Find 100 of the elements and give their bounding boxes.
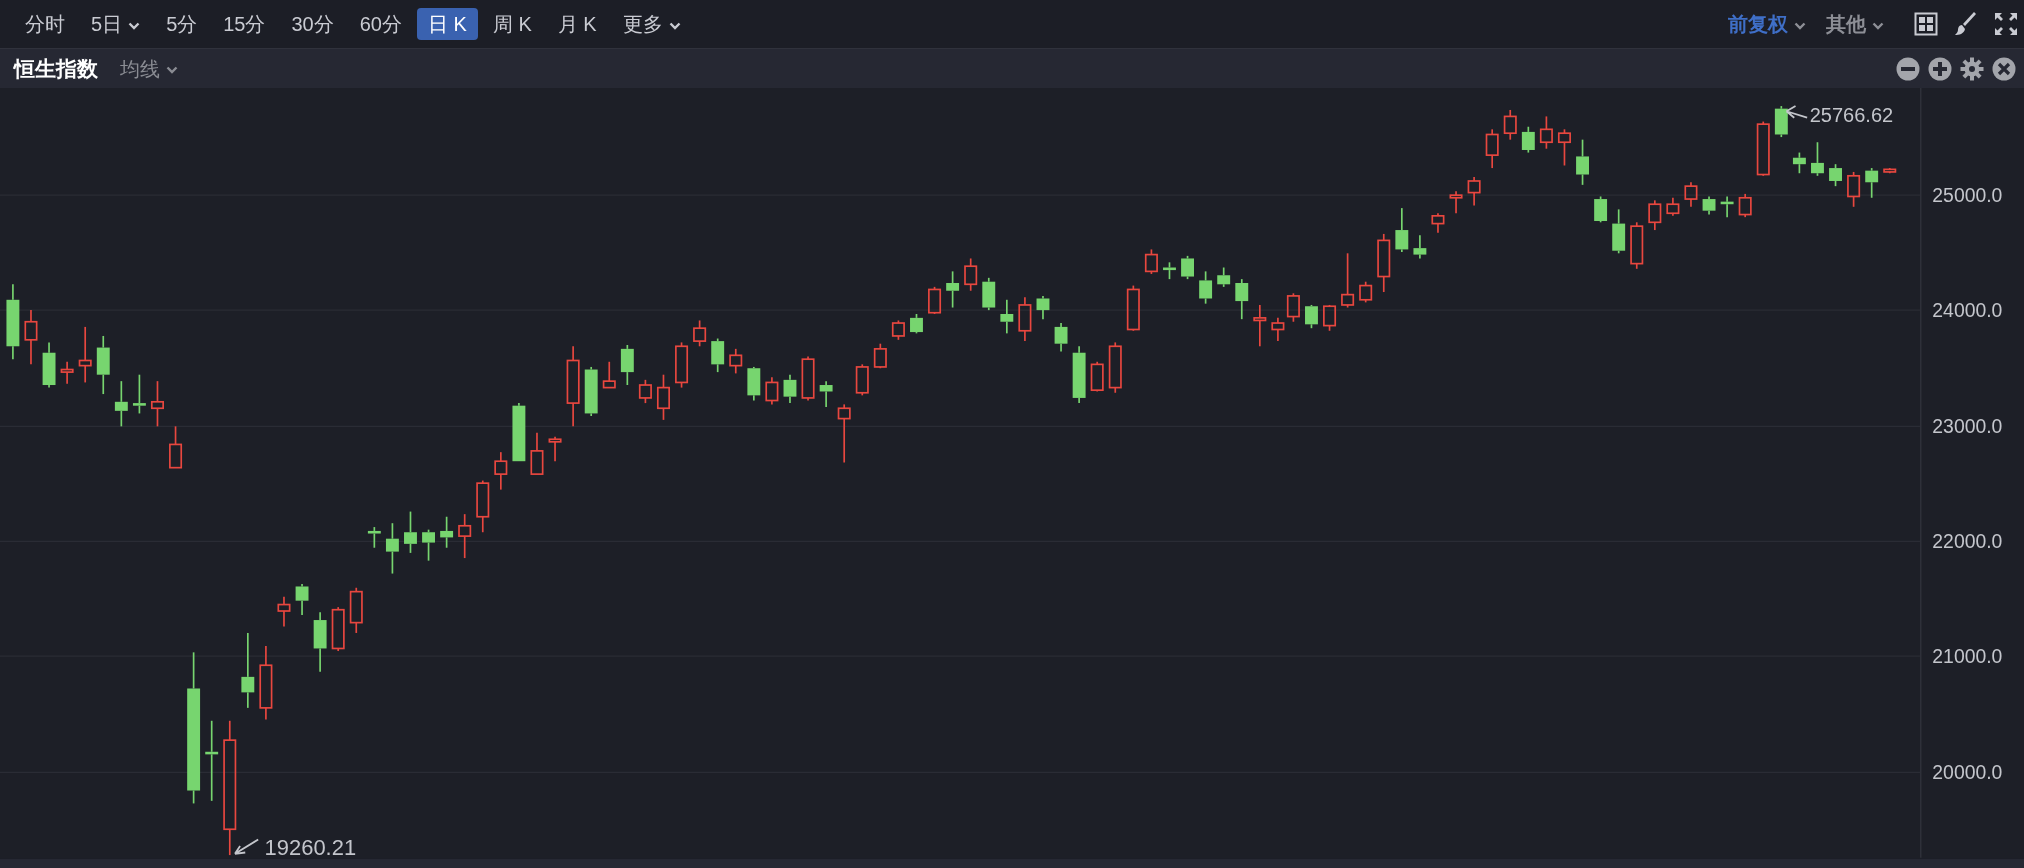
candlestick [638,379,652,404]
candlestick [855,363,869,397]
period-tab[interactable]: 15分 [212,8,277,40]
zoom-out-icon[interactable] [1896,56,1920,81]
candlestick [1305,304,1318,330]
candlestick [656,373,670,421]
candlestick [548,435,562,463]
candlestick [765,376,779,406]
candlestick [42,341,56,389]
candlestick [96,335,110,395]
candlestick [458,513,472,559]
candlestick [1467,176,1481,207]
candlestick [440,515,454,549]
candlestick [584,366,598,417]
candlestick [1485,128,1499,169]
price-axis-label: 25000.0 [1932,183,2003,206]
price-axis-label: 24000.0 [1932,298,2003,321]
candlestick [1054,322,1068,353]
candlestick [620,344,634,386]
candlestick [1431,212,1445,234]
candlestick [1792,151,1806,175]
zoom-in-icon[interactable] [1928,56,1952,81]
candlestick [873,342,887,370]
candlestick [982,277,996,311]
candlestick [1576,138,1589,186]
period-tab[interactable]: 周 K [481,8,543,40]
candlestick [367,526,381,549]
low-price-label: 19260.21 [264,835,357,861]
fullscreen-icon[interactable] [1994,12,2018,36]
chevron-icon [1794,21,1806,30]
candlestick [169,425,183,469]
candlestick [729,348,743,375]
candlestick [1181,255,1194,280]
candlestick [114,380,128,428]
candlestick [1847,171,1861,208]
dropdown-menu-button[interactable]: 其他 [1820,5,1890,43]
candlestick [1000,298,1014,335]
candlestick [1271,317,1285,342]
candlestick [1235,278,1249,320]
candlestick [1036,295,1050,320]
candlestick [1557,128,1571,167]
candlestick [1377,233,1391,293]
candlestick [1126,284,1140,332]
candlestick [1883,167,1897,175]
candlestick [910,313,923,335]
candlestick [1090,360,1104,393]
candlestick [132,373,146,415]
indicator-dropdown[interactable]: 均线 [114,53,184,84]
price-axis-label: 21000.0 [1932,644,2003,667]
leader-arrow [234,838,260,855]
candlestick [1144,248,1158,275]
settings-icon[interactable] [1960,56,1984,81]
brush-icon[interactable] [1954,12,1978,36]
candlestick [1199,270,1213,305]
candlestick [891,319,905,341]
candlestick [1756,120,1770,177]
candlestick [385,522,399,575]
candlestick [946,270,960,309]
candlestick [1449,190,1463,215]
period-tab[interactable]: 5日 [80,8,152,40]
candlestick [1720,195,1734,218]
candlestick [404,510,417,554]
period-tab[interactable]: 60分 [348,8,413,40]
candlestick [1163,261,1176,280]
candlestick [1108,341,1122,394]
candlestick [1018,296,1032,342]
price-axis-label: 20000.0 [1932,760,2003,783]
candlestick [1503,109,1517,141]
candlestick [313,611,327,673]
candlestick [1630,221,1644,270]
candlestick [964,257,978,292]
period-tab[interactable]: 月 K [546,8,608,40]
candlestick [1738,193,1752,218]
candlestick [747,366,761,402]
layout-grid-icon[interactable] [1914,12,1938,36]
candlestick [1539,115,1553,150]
candlestick [837,403,851,464]
candlestick [422,528,435,562]
price-axis-label: 23000.0 [1932,414,2003,437]
candlestick [711,337,725,373]
candlestick [331,606,345,652]
candlestick [928,286,942,315]
close-icon[interactable] [1992,56,2016,81]
candlestick [1594,195,1608,224]
candlestick [783,373,797,404]
candlestick [675,341,689,389]
candlestick [150,380,164,428]
candlestick [602,360,616,389]
period-tab[interactable]: 日 K [417,8,478,40]
candlestick [512,402,526,463]
candlestick [1648,199,1662,231]
period-tab[interactable]: 分时 [14,8,76,40]
chevron-icon [166,66,178,75]
candlestick [1217,266,1231,288]
candlestick [277,595,291,628]
candlestick [1359,280,1373,304]
period-tab[interactable]: 5分 [155,8,209,40]
candlestick [494,451,508,491]
period-tab[interactable]: 更多 [611,8,692,40]
period-tab[interactable]: 30分 [280,8,345,40]
